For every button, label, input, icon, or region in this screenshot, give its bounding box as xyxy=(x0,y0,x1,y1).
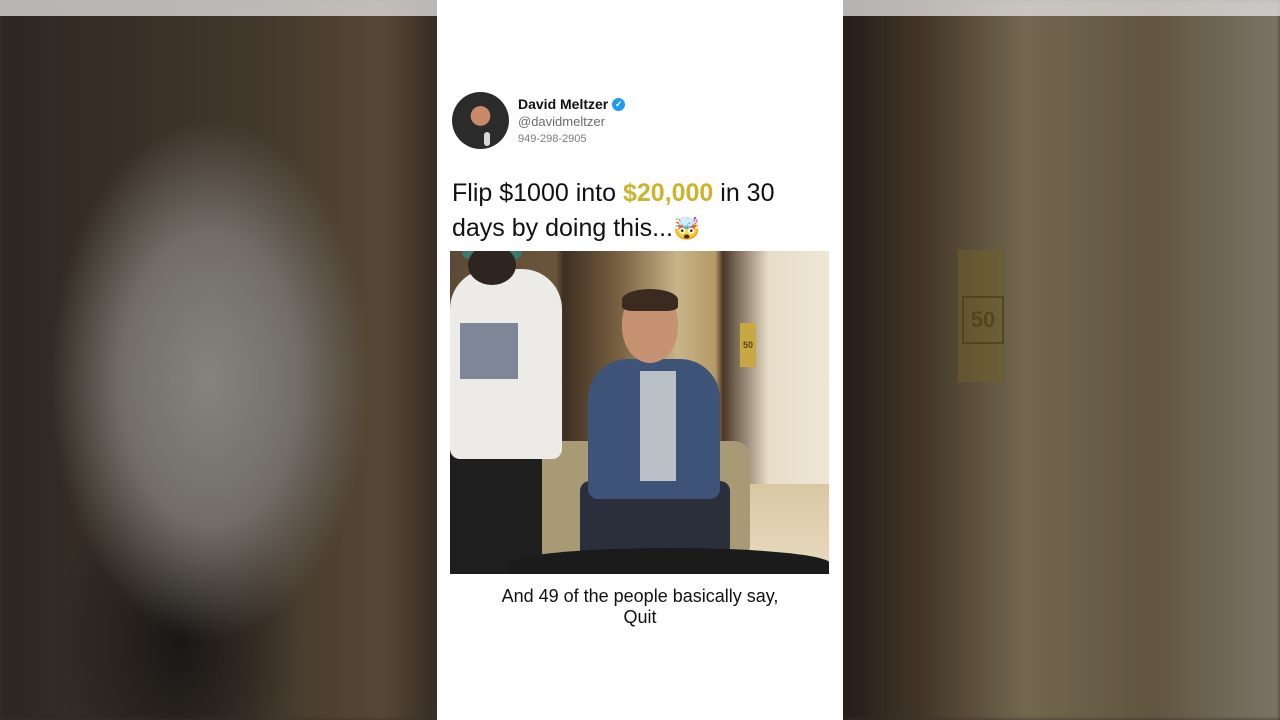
microphone-icon xyxy=(484,132,490,146)
author-name[interactable]: David Meltzer xyxy=(518,96,608,112)
author-name-row: David Meltzer ✓ xyxy=(518,96,626,112)
post-header: David Meltzer ✓ @davidmeltzer 949-298-29… xyxy=(452,92,832,152)
author-phone: 949-298-2905 xyxy=(518,133,587,145)
headline-highlight-amount: $20,000 xyxy=(622,179,714,207)
exploding-head-emoji-icon: 🤯 xyxy=(672,217,701,242)
avatar[interactable] xyxy=(452,92,509,149)
video-table xyxy=(510,548,829,574)
headline-text-start: Flip $1000 into xyxy=(452,179,623,207)
post-headline: Flip $1000 into $20,000 in 30 days by do… xyxy=(452,176,832,247)
video-hoodie-print xyxy=(460,323,518,379)
video-sale-sign: 50 xyxy=(740,323,756,367)
short-video-panel[interactable]: David Meltzer ✓ @davidmeltzer 949-298-29… xyxy=(437,0,843,720)
verified-badge-icon: ✓ xyxy=(612,97,626,111)
video-person-right-shirt xyxy=(640,371,676,481)
author-handle: @davidmeltzer xyxy=(518,114,605,129)
caption-line-2: Quit xyxy=(623,607,657,627)
video-person-right-hair xyxy=(622,289,678,311)
video-frame[interactable]: 50 xyxy=(450,251,829,574)
caption-line-1: And 49 of the people basically say, xyxy=(501,586,779,606)
video-caption: And 49 of the people basically say, Quit xyxy=(452,586,828,628)
